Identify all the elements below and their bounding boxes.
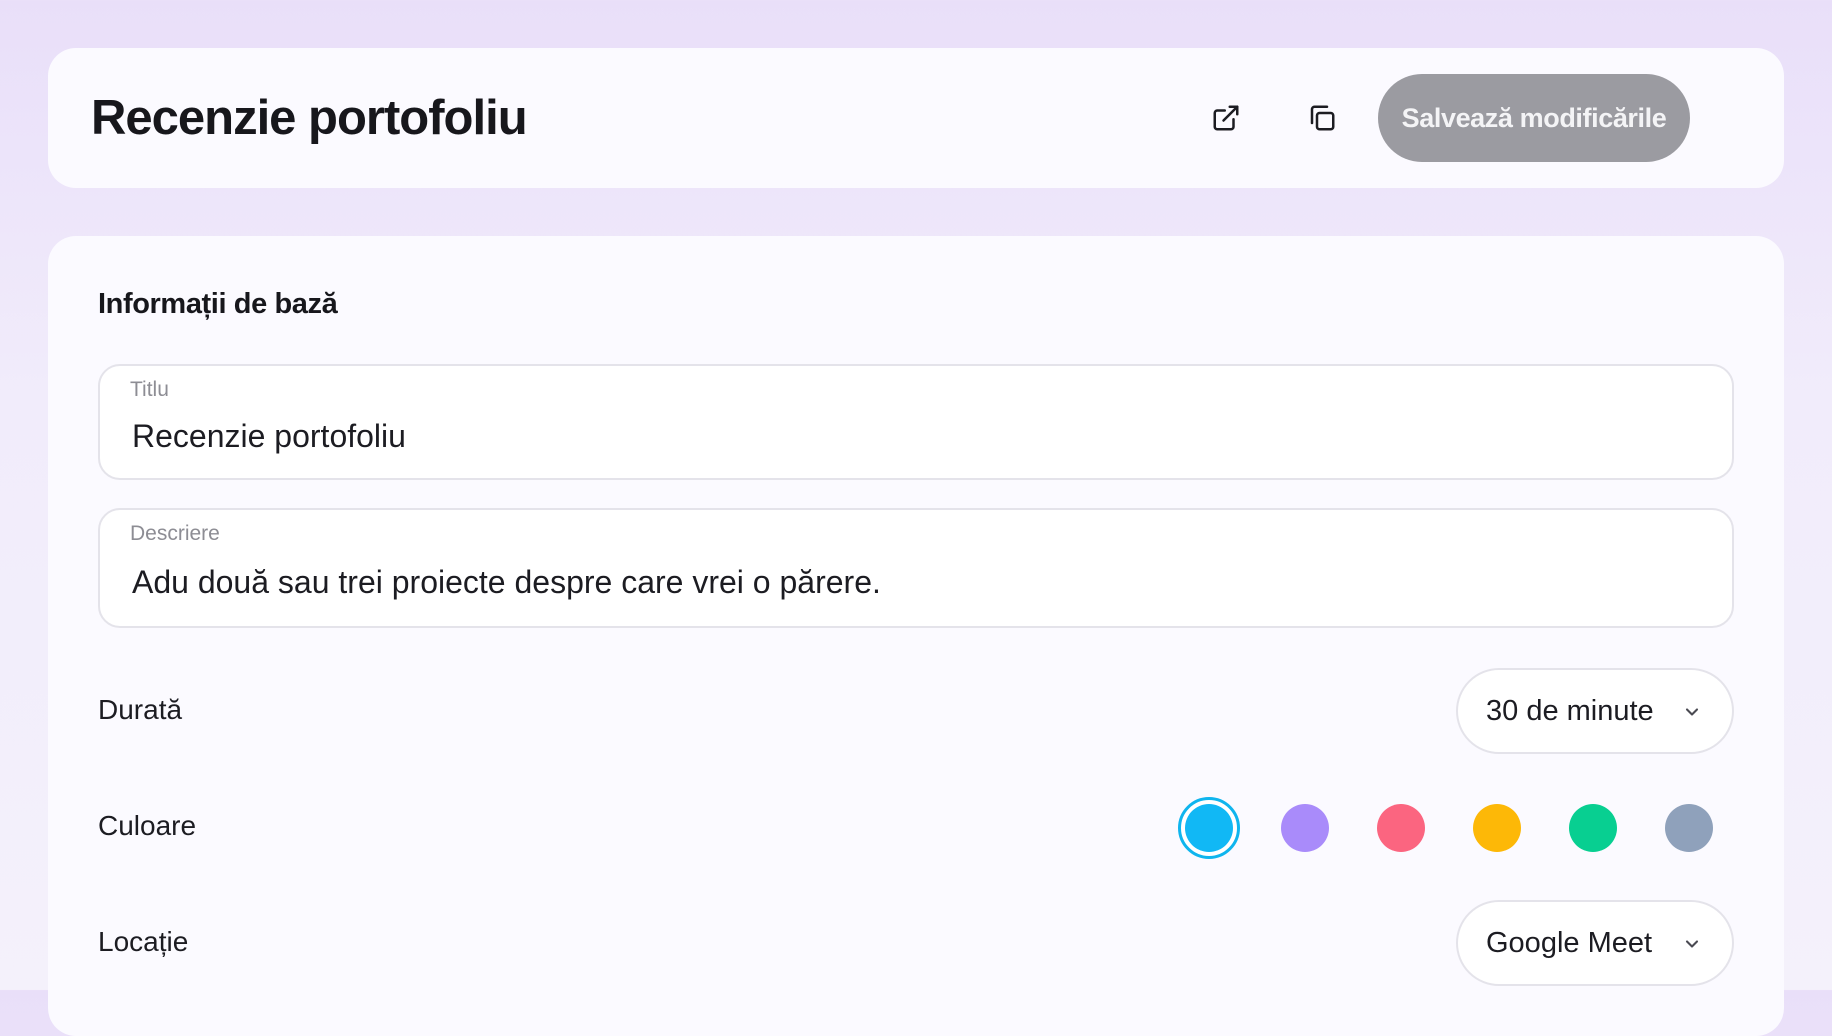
- title-field-label: Titlu: [130, 378, 169, 401]
- chevron-down-icon: [1685, 940, 1699, 948]
- color-swatch[interactable]: [1281, 804, 1329, 852]
- open-link-button[interactable]: [1202, 94, 1250, 142]
- header-bar: Recenzie portofoliu Salvează modificăril…: [48, 48, 1784, 188]
- color-swatch[interactable]: [1665, 804, 1713, 852]
- section-title: Informații de bază: [98, 288, 338, 320]
- basic-info-panel: Informații de bază Titlu Recenzie portof…: [48, 236, 1784, 1036]
- chevron-down-icon: [1685, 708, 1699, 716]
- page-title: Recenzie portofoliu: [91, 91, 528, 145]
- duration-label: Durată: [98, 694, 183, 725]
- color-swatch[interactable]: [1377, 804, 1425, 852]
- color-swatch[interactable]: [1569, 804, 1617, 852]
- description-input[interactable]: Adu două sau trei proiecte despre care v…: [132, 564, 881, 601]
- color-label: Culoare: [98, 810, 197, 841]
- description-field-label: Descriere: [130, 522, 220, 545]
- description-field[interactable]: Descriere Adu două sau trei proiecte des…: [98, 508, 1734, 628]
- save-changes-button[interactable]: Salvează modificările: [1378, 74, 1690, 162]
- external-link-icon: [1213, 105, 1239, 131]
- copy-button[interactable]: [1298, 94, 1346, 142]
- selected-color-fill: [1185, 804, 1233, 852]
- copy-icon: [1310, 105, 1335, 131]
- color-swatch[interactable]: [1473, 804, 1521, 852]
- duration-value: 30 de minute: [1486, 694, 1654, 727]
- location-label: Locație: [98, 926, 189, 957]
- title-field[interactable]: Titlu Recenzie portofoliu: [98, 364, 1734, 480]
- location-value: Google Meet: [1486, 926, 1653, 959]
- color-swatch[interactable]: [1178, 797, 1240, 859]
- title-input[interactable]: Recenzie portofoliu: [132, 418, 406, 455]
- duration-select[interactable]: 30 de minute: [1456, 668, 1734, 754]
- location-select[interactable]: Google Meet: [1456, 900, 1734, 986]
